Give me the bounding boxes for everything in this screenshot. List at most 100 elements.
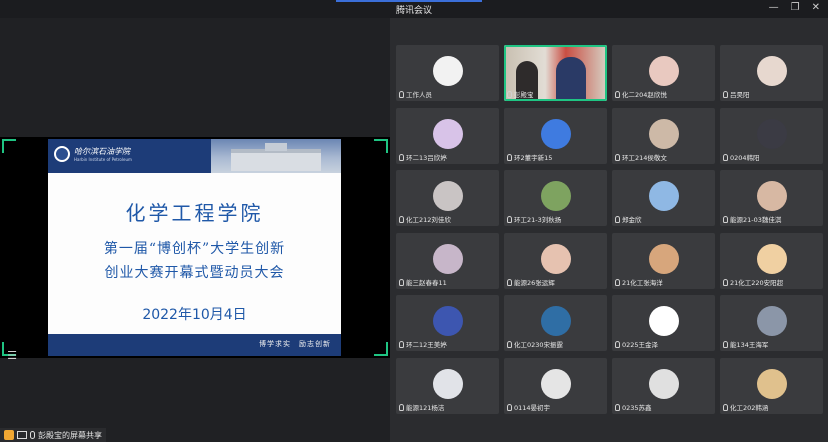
anime-girl-avatar <box>648 56 679 86</box>
emblem-avatar <box>540 306 571 336</box>
mic-muted-icon <box>507 403 512 411</box>
screen-icon <box>17 431 27 439</box>
participant-name: 环2董宇新15 <box>514 154 553 162</box>
participant-tile[interactable]: 彭殿宝 <box>504 45 607 101</box>
participant-name-row: 环二12王美婷 <box>399 339 447 349</box>
screen-share-label[interactable]: 彭殿宝的屏幕共享 <box>0 428 106 442</box>
close-icon[interactable]: ✕ <box>812 2 820 13</box>
mic-muted-icon <box>399 153 404 161</box>
mic-muted-icon <box>723 278 728 286</box>
participant-tile[interactable]: 21化工张海洋 <box>612 233 715 289</box>
participant-tile[interactable]: 环二13吕欣婷 <box>396 108 499 164</box>
participant-tile[interactable]: 能源21-03魏佳淇 <box>720 170 823 226</box>
school-logo-icon <box>54 146 70 162</box>
participant-tile[interactable]: 吕昊阳 <box>720 45 823 101</box>
participant-name: 环二13吕欣婷 <box>406 154 447 162</box>
participant-name: 环二12王美婷 <box>406 341 447 349</box>
participant-name-row: 21化工张海洋 <box>615 277 663 287</box>
sketch-avatar <box>648 369 679 399</box>
participant-name-row: 能三赵春春11 <box>399 277 447 287</box>
title-bar: 腾讯会议 — ❐ ✕ <box>0 0 828 18</box>
participant-tile[interactable]: 环二12王美婷 <box>396 295 499 351</box>
photo-avatar <box>648 244 679 274</box>
participant-name-row: 0204韩阳 <box>723 152 760 162</box>
minimize-icon[interactable]: — <box>769 2 779 13</box>
photo-avatar <box>432 181 463 211</box>
mic-muted-icon <box>723 340 728 348</box>
frame-corner <box>374 139 388 153</box>
participant-name: 0235苏鑫 <box>622 404 652 412</box>
participant-name: 能源121杨洁 <box>406 404 445 412</box>
participant-tile[interactable]: 化工202韩涵 <box>720 358 823 414</box>
photo-avatar <box>648 119 679 149</box>
user-icon <box>4 430 14 440</box>
landscape-avatar <box>756 306 787 336</box>
mic-muted-icon <box>399 215 404 223</box>
participant-name: 工作人员 <box>406 91 432 99</box>
participant-tile[interactable]: 环2董宇新15 <box>504 108 607 164</box>
participant-name-row: 郑金欣 <box>615 214 642 224</box>
participant-tile[interactable]: 能三赵春春11 <box>396 233 499 289</box>
participant-name: 化工202韩涵 <box>730 404 769 412</box>
mic-muted-icon <box>723 403 728 411</box>
participant-tile[interactable]: 能源26张运辉 <box>504 233 607 289</box>
participant-name: 化二204赵欣悦 <box>622 91 667 99</box>
slide-footer: 博学求实 励志创新 <box>48 334 341 356</box>
mic-muted-icon <box>507 153 512 161</box>
participant-name-row: 吕昊阳 <box>723 89 750 99</box>
participant-tile[interactable]: 能134王海军 <box>720 295 823 351</box>
participant-tile[interactable]: 0114晏初宇 <box>504 358 607 414</box>
participant-tile[interactable]: 21化工220安阳超 <box>720 233 823 289</box>
mic-muted-icon <box>723 215 728 223</box>
participant-tile[interactable]: 工作人员 <box>396 45 499 101</box>
mic-muted-icon <box>615 403 620 411</box>
participant-name: 21化工220安阳超 <box>730 279 784 287</box>
participant-name: 环工21-3刘秋扬 <box>514 216 562 224</box>
participant-tile[interactable]: 环工214侯敬文 <box>612 108 715 164</box>
participant-name: 化工212刘佳欣 <box>406 216 451 224</box>
mic-muted-icon <box>399 278 404 286</box>
slide-subtitle-line2: 创业大赛开幕式暨动员大会 <box>104 265 285 281</box>
cartoon-avatar <box>648 181 679 211</box>
participant-name-row: 化二204赵欣悦 <box>615 89 667 99</box>
anime-avatar <box>432 244 463 274</box>
participant-name: 0204韩阳 <box>730 154 760 162</box>
list-icon[interactable]: ☰ <box>4 349 20 363</box>
participant-tile[interactable]: 化工212刘佳欣 <box>396 170 499 226</box>
participant-tile[interactable]: 化工0230宋振霆 <box>504 295 607 351</box>
anime-avatar <box>756 244 787 274</box>
participant-name-row: 0225王金泽 <box>615 339 658 349</box>
participant-name-row: 化工212刘佳欣 <box>399 214 451 224</box>
participant-name: 郑金欣 <box>622 216 642 224</box>
anime-avatar <box>756 119 787 149</box>
frame-corner <box>2 139 16 153</box>
campus-photo <box>211 139 341 173</box>
participant-name-row: 彭殿宝 <box>507 89 534 99</box>
waveform-avatar <box>648 306 679 336</box>
mic-muted-icon <box>723 90 728 98</box>
participant-tile[interactable]: 0235苏鑫 <box>612 358 715 414</box>
mic-muted-icon <box>399 340 404 348</box>
participant-name-row: 能源26张运辉 <box>507 277 555 287</box>
participant-tile[interactable]: 0225王金泽 <box>612 295 715 351</box>
participant-name-row: 环2董宇新15 <box>507 152 552 162</box>
participant-tile[interactable]: 郑金欣 <box>612 170 715 226</box>
participant-tile[interactable]: 环工21-3刘秋扬 <box>504 170 607 226</box>
participant-tile[interactable]: 0204韩阳 <box>720 108 823 164</box>
participant-name: 0114晏初宇 <box>514 404 551 412</box>
participant-name-row: 化工202韩涵 <box>723 402 768 412</box>
mic-muted-icon <box>615 90 620 98</box>
window-controls: — ❐ ✕ <box>769 2 820 13</box>
participant-tile[interactable]: 化二204赵欣悦 <box>612 45 715 101</box>
shared-screen[interactable]: 哈尔滨石油学院 Harbin Institute of Petroleum 化学… <box>0 137 390 358</box>
participant-name-row: 0114晏初宇 <box>507 402 550 412</box>
mic-muted-icon <box>399 90 404 98</box>
frame-corner <box>374 342 388 356</box>
cartoon-avatar <box>756 56 787 86</box>
restore-icon[interactable]: ❐ <box>791 2 800 13</box>
slide-title: 化学工程学院 <box>125 201 264 225</box>
slide-date: 2022年10月4日 <box>142 307 247 323</box>
participant-tile[interactable]: 能源121杨洁 <box>396 358 499 414</box>
participant-name-row: 能源21-03魏佳淇 <box>723 214 781 224</box>
landscape-avatar <box>540 181 571 211</box>
